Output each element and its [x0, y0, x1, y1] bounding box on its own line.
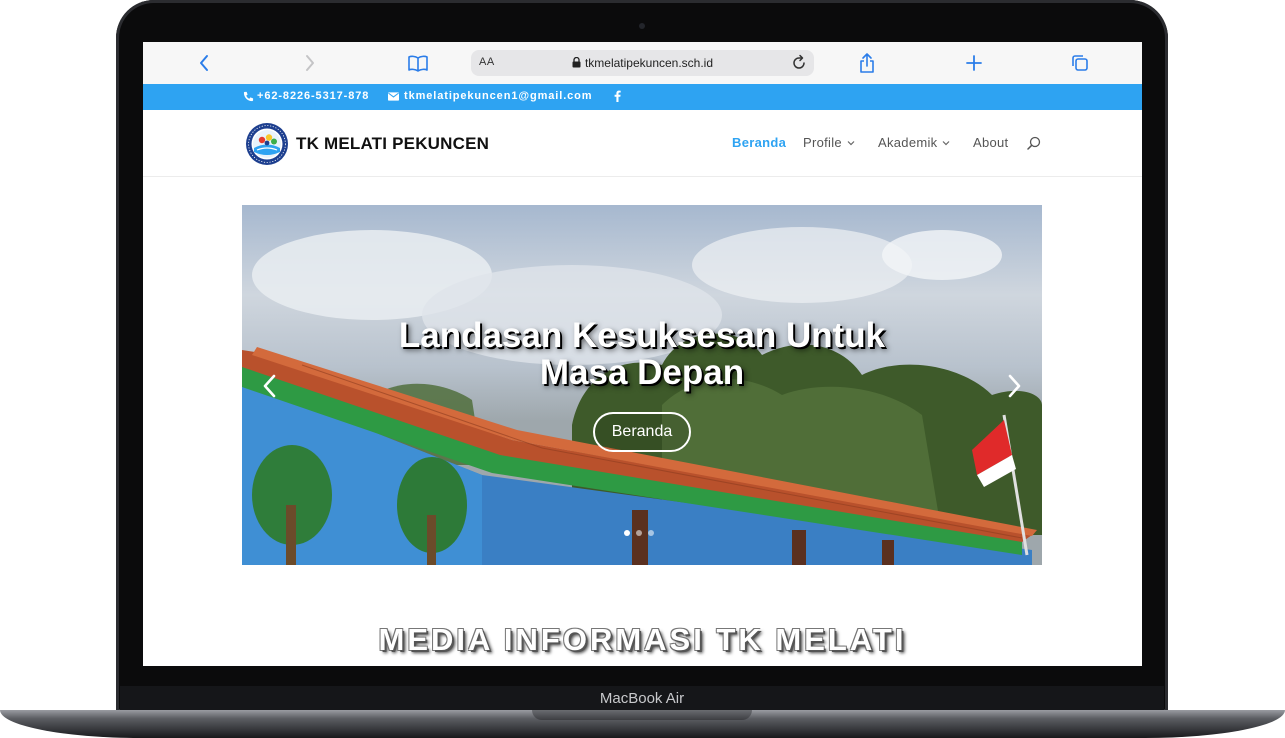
- hero-title: Landasan Kesuksesan Untuk Masa Depan: [242, 317, 1042, 391]
- facebook-icon[interactable]: [614, 90, 624, 102]
- url-text: tkmelatipekuncen.sch.id: [584, 56, 714, 70]
- nav-label: About: [973, 135, 1009, 150]
- device-label: MacBook Air: [120, 686, 1164, 712]
- nav-label: Akademik: [878, 135, 938, 150]
- slider-pagination: [624, 530, 654, 536]
- chevron-down-icon: [943, 140, 950, 145]
- browser-toolbar: AA tkmelatipekuncen.sch.id: [143, 42, 1142, 85]
- school-logo[interactable]: [245, 122, 289, 166]
- mail-icon: [388, 91, 399, 101]
- slider-dot[interactable]: [624, 530, 630, 536]
- phone-text: +62-8226-5317-878: [257, 90, 370, 102]
- chevron-right-icon[interactable]: [297, 50, 323, 76]
- share-icon[interactable]: [854, 50, 880, 76]
- plus-icon[interactable]: [961, 50, 987, 76]
- chevron-down-icon: [847, 140, 855, 145]
- hero-title-line: Masa Depan: [539, 353, 745, 392]
- nav-akademik[interactable]: Akademik: [878, 135, 950, 150]
- chevron-left-icon[interactable]: [191, 50, 217, 76]
- hero-title-line: Landasan Kesuksesan Untuk: [398, 316, 886, 355]
- screen: AA tkmelatipekuncen.sch.id +62-8226-5317…: [143, 42, 1142, 666]
- section-title: MEDIA INFORMASI TK MELATI: [378, 622, 907, 657]
- slider-dot[interactable]: [648, 530, 654, 536]
- search-icon[interactable]: [1027, 136, 1041, 150]
- nav-about[interactable]: About: [973, 135, 1008, 150]
- phone-icon: [243, 91, 254, 101]
- nav-label: Profile: [803, 135, 842, 150]
- nav-profile[interactable]: Profile: [803, 135, 855, 150]
- site-header: TK MELATI PEKUNCEN Beranda Profile Akade…: [143, 110, 1142, 177]
- nav-label: Beranda: [732, 135, 787, 150]
- address-bar[interactable]: AA tkmelatipekuncen.sch.id: [471, 50, 814, 76]
- slider-dot[interactable]: [636, 530, 642, 536]
- email-text: tkmelatipekuncen1@gmail.com: [404, 90, 593, 102]
- hero-beranda-button[interactable]: Beranda: [593, 412, 691, 452]
- email-contact[interactable]: tkmelatipekuncen1@gmail.com: [388, 90, 592, 102]
- book-icon[interactable]: [405, 50, 431, 76]
- reload-icon[interactable]: [790, 54, 808, 72]
- hero-slider: Landasan Kesuksesan Untuk Masa Depan Ber…: [242, 205, 1042, 565]
- site-name[interactable]: TK MELATI PEKUNCEN: [296, 134, 489, 154]
- laptop-notch: [532, 710, 752, 720]
- slider-prev-arrow-icon[interactable]: [260, 373, 280, 399]
- nav-beranda[interactable]: Beranda: [732, 135, 786, 150]
- slider-next-arrow-icon[interactable]: [1004, 373, 1024, 399]
- tabs-icon[interactable]: [1067, 50, 1093, 76]
- camera: [639, 23, 645, 29]
- lock-icon: [572, 57, 581, 68]
- contact-bar: +62-8226-5317-878 tkmelatipekuncen1@gmai…: [143, 84, 1142, 110]
- phone-contact[interactable]: +62-8226-5317-878: [243, 90, 369, 102]
